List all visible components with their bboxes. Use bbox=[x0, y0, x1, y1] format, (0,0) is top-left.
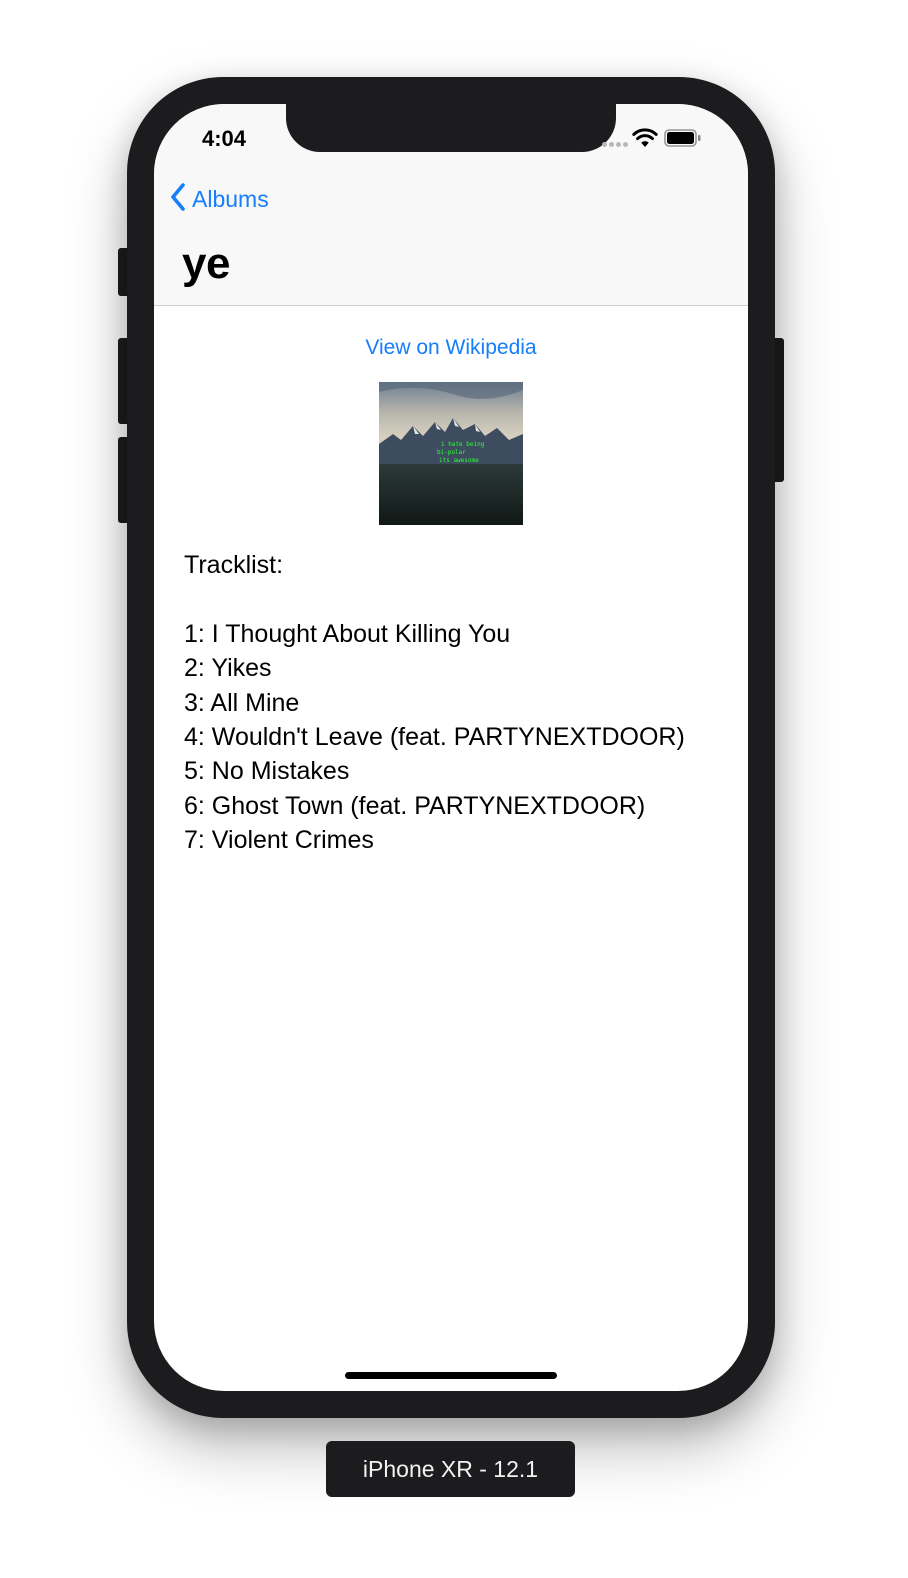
tracklist-label: Tracklist: bbox=[184, 551, 284, 579]
notch bbox=[286, 104, 616, 152]
track-item: 2: Yikes bbox=[184, 654, 272, 683]
page-title: ye bbox=[182, 239, 230, 288]
track-item: 6: Ghost Town (feat. PARTYNEXTDOOR) bbox=[184, 791, 646, 820]
status-time: 4:04 bbox=[202, 126, 247, 151]
track-item: 3: All Mine bbox=[184, 688, 300, 717]
battery-icon bbox=[664, 129, 702, 152]
svg-text:bi-polar: bi-polar bbox=[437, 449, 466, 456]
svg-text:i hate being: i hate being bbox=[441, 441, 485, 448]
home-indicator[interactable] bbox=[345, 1372, 557, 1379]
wikipedia-link[interactable]: View on Wikipedia bbox=[154, 336, 748, 360]
track-item: 5: No Mistakes bbox=[184, 757, 350, 786]
tracklist: Tracklist: 1: I Thought About Killing Yo… bbox=[184, 548, 724, 858]
phone-screen: Albums ye 4:04 View on Wikipedia i hate … bbox=[154, 104, 748, 1391]
wifi-icon bbox=[632, 128, 658, 153]
back-button-label: Albums bbox=[192, 185, 269, 212]
device-label: iPhone XR - 12.1 bbox=[326, 1441, 575, 1497]
track-item: 4: Wouldn't Leave (feat. PARTYNEXTDOOR) bbox=[184, 723, 685, 752]
album-art: i hate being bi-polar its awesome bbox=[379, 382, 523, 525]
simulator-window: Albums ye 4:04 View on Wikipedia i hate … bbox=[0, 0, 908, 1578]
track-item: 7: Violent Crimes bbox=[184, 826, 374, 855]
chevron-left-icon bbox=[170, 182, 186, 217]
svg-text:its awesome: its awesome bbox=[439, 457, 479, 464]
back-button[interactable]: Albums bbox=[170, 182, 269, 216]
cellular-dots-icon bbox=[602, 142, 630, 147]
track-item: 1: I Thought About Killing You bbox=[184, 619, 511, 648]
